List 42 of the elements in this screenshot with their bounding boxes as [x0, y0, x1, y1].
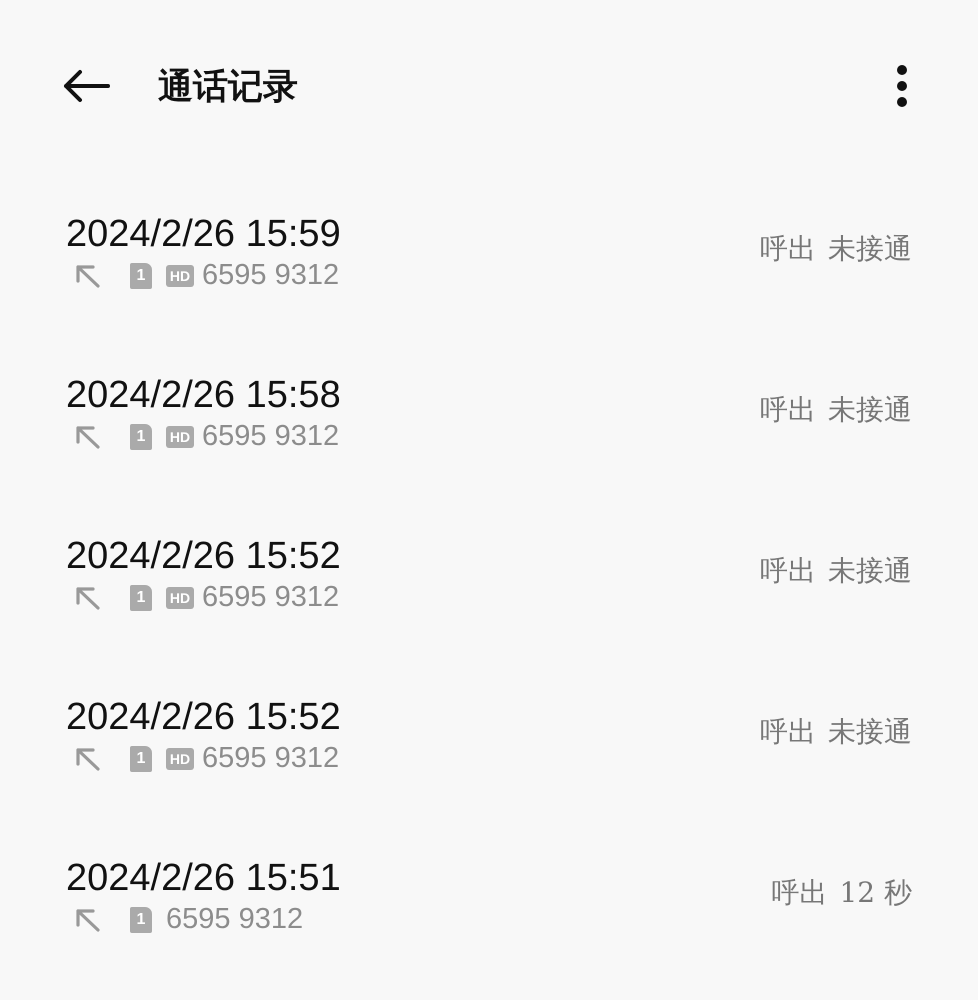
hd-icon: HD [166, 426, 194, 448]
outgoing-arrow-icon [74, 586, 100, 610]
phone-number: 6595 9312 [202, 581, 340, 614]
phone-number: 6595 9312 [202, 259, 340, 292]
call-log-item[interactable]: 2024/2/26 15:51 1 6595 9312 呼出 12 秒 [0, 816, 978, 977]
call-direction: 呼出 [771, 874, 828, 910]
phone-number: 6595 9312 [202, 742, 340, 775]
call-direction: 呼出 [760, 714, 816, 750]
page-title: 通话记录 [158, 64, 299, 108]
sim-card-icon: 1 [130, 906, 152, 932]
outgoing-arrow-icon [74, 746, 100, 770]
outgoing-arrow-icon [74, 424, 100, 448]
phone-number: 6595 9312 [166, 903, 304, 936]
sim-card-icon: 1 [130, 746, 152, 772]
call-time: 2024/2/26 15:58 [66, 372, 341, 416]
sim-card-icon: 1 [130, 424, 152, 450]
sim-card-icon: 1 [130, 262, 152, 288]
back-button[interactable] [62, 69, 110, 103]
outgoing-arrow-icon [74, 264, 100, 288]
call-log-item[interactable]: 2024/2/26 15:58 1 HD 6595 9312 呼出 未接通 [0, 333, 978, 494]
call-time: 2024/2/26 15:52 [66, 694, 341, 738]
sim-card-icon: 1 [130, 584, 152, 610]
call-result: 未接通 [828, 230, 912, 266]
call-log-item[interactable]: 2024/2/26 15:52 1 HD 6595 9312 呼出 未接通 [0, 655, 978, 816]
call-direction: 呼出 [760, 552, 816, 588]
more-menu-button[interactable] [896, 64, 908, 108]
call-direction: 呼出 [760, 230, 816, 266]
call-result: 12 秒 [839, 874, 912, 910]
outgoing-arrow-icon [74, 908, 100, 932]
call-direction: 呼出 [760, 392, 816, 428]
call-time: 2024/2/26 15:59 [66, 212, 341, 256]
hd-icon: HD [166, 264, 194, 286]
call-log-item[interactable]: 2024/2/26 15:52 1 HD 6595 9312 呼出 未接通 [0, 494, 978, 655]
hd-icon: HD [166, 586, 194, 608]
call-result: 未接通 [828, 392, 912, 428]
call-time: 2024/2/26 15:52 [66, 534, 341, 578]
call-result: 未接通 [828, 714, 912, 750]
phone-number: 6595 9312 [202, 420, 340, 453]
call-result: 未接通 [828, 552, 912, 588]
call-time: 2024/2/26 15:51 [66, 856, 341, 900]
call-log-item[interactable]: 2024/2/26 15:59 1 HD 6595 9312 呼出 未接通 [0, 172, 978, 333]
hd-icon: HD [166, 748, 194, 770]
